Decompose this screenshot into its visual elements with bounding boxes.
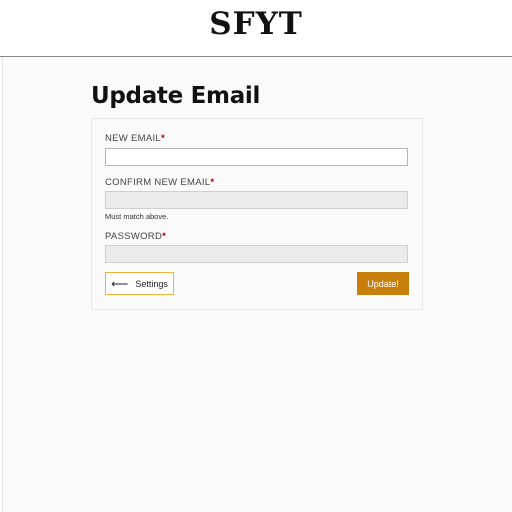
confirm-email-hint: Must match above.: [105, 212, 169, 221]
page-title: Update Email: [91, 83, 261, 109]
password-input[interactable]: [105, 245, 408, 263]
confirm-email-label-text: CONFIRM NEW EMAIL: [105, 177, 211, 188]
update-button[interactable]: Update!: [357, 272, 409, 295]
site-logo[interactable]: SFYT: [0, 5, 512, 43]
confirm-email-input[interactable]: [105, 191, 408, 209]
site-header: SFYT: [0, 0, 512, 57]
confirm-email-label: CONFIRM NEW EMAIL*: [105, 177, 214, 188]
password-label-text: PASSWORD: [105, 231, 163, 242]
new-email-label: NEW EMAIL*: [105, 133, 165, 144]
back-to-settings-button[interactable]: ⟵ Settings: [105, 272, 174, 295]
back-button-label: Settings: [135, 278, 168, 289]
new-email-input[interactable]: [105, 148, 408, 166]
update-email-form: NEW EMAIL* CONFIRM NEW EMAIL* Must match…: [91, 118, 423, 310]
required-asterisk: *: [162, 231, 167, 242]
left-arrow-icon: ⟵: [111, 276, 129, 291]
required-asterisk: *: [161, 133, 166, 144]
new-email-label-text: NEW EMAIL: [105, 133, 162, 144]
password-label: PASSWORD*: [105, 231, 166, 242]
required-asterisk: *: [210, 177, 215, 188]
